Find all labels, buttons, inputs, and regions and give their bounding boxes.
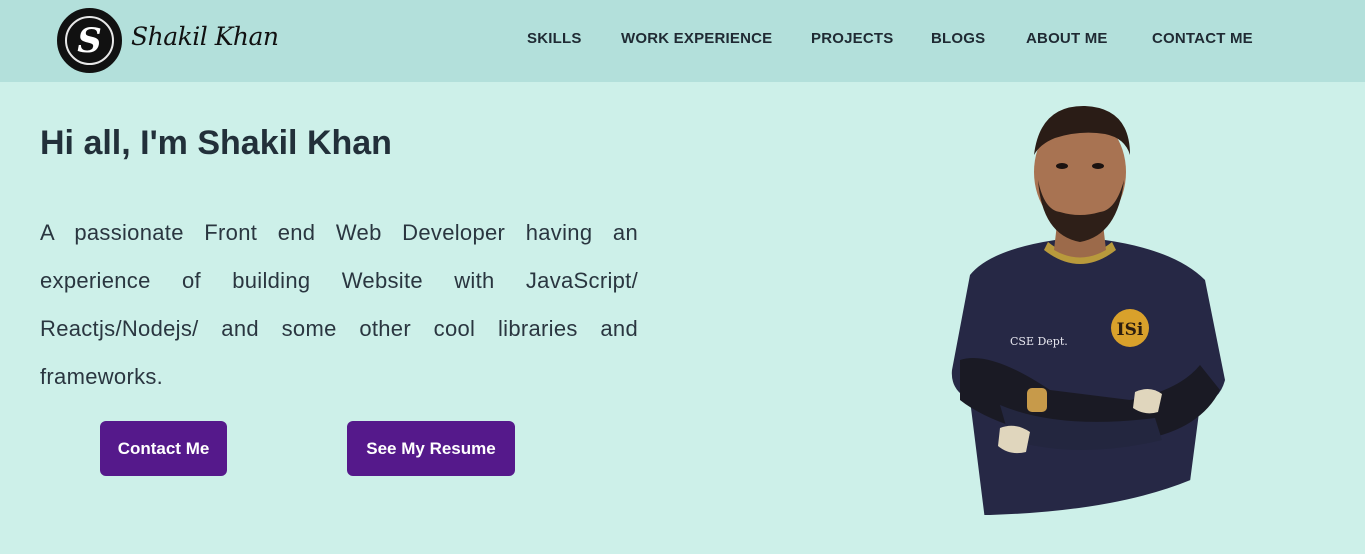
badge-text: ISi [1117, 320, 1144, 340]
navbar: S Shakil Khan SKILLS WORK EXPERIENCE PRO… [0, 0, 1365, 82]
logo-icon[interactable]: S [57, 8, 122, 73]
nav-link-work-experience[interactable]: WORK EXPERIENCE [621, 30, 772, 47]
see-my-resume-button[interactable]: See My Resume [347, 421, 515, 476]
shirt-text: CSE Dept. [1010, 335, 1068, 348]
nav-link-projects[interactable]: PROJECTS [811, 30, 893, 47]
contact-me-button[interactable]: Contact Me [100, 421, 227, 476]
nav-link-blogs[interactable]: BLOGS [931, 30, 985, 47]
hero-title: Hi all, I'm Shakil Khan [40, 124, 392, 162]
logo-letter: S [77, 20, 102, 61]
nav-link-contact-me[interactable]: CONTACT ME [1152, 30, 1253, 47]
nav-link-about-me[interactable]: ABOUT ME [1026, 30, 1108, 47]
hero-description: A passionate Front end Web Developer hav… [40, 220, 638, 389]
nav-link-skills[interactable]: SKILLS [527, 30, 582, 47]
profile-photo: ISi CSE Dept. [951, 105, 1225, 515]
logo-text[interactable]: Shakil Khan [131, 22, 279, 51]
